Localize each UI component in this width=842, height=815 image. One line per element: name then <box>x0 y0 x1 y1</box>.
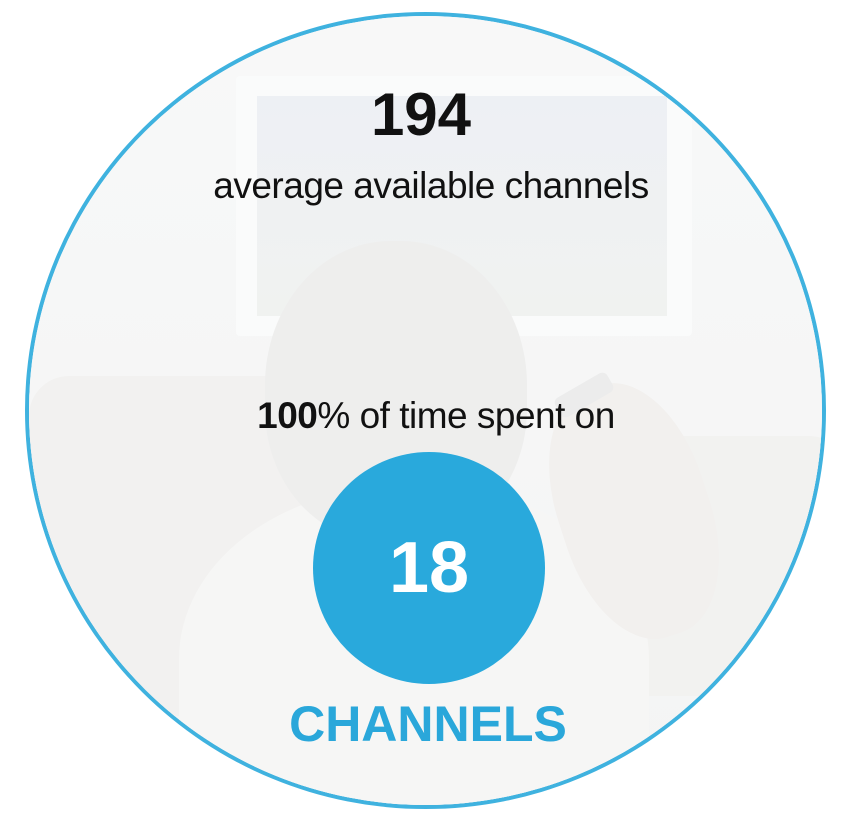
available-channels-value: 194 <box>370 81 472 148</box>
time-spent-line: 100% of time spent on <box>0 393 842 439</box>
channels-label: CHANNELS <box>289 696 567 752</box>
available-channels-label: average available channels <box>213 165 649 206</box>
time-percent-value: 100 <box>257 395 318 436</box>
time-percent-suffix: % of time spent on <box>317 395 615 436</box>
channels-value: 18 <box>388 528 470 608</box>
channels-badge: 18 <box>313 452 545 684</box>
